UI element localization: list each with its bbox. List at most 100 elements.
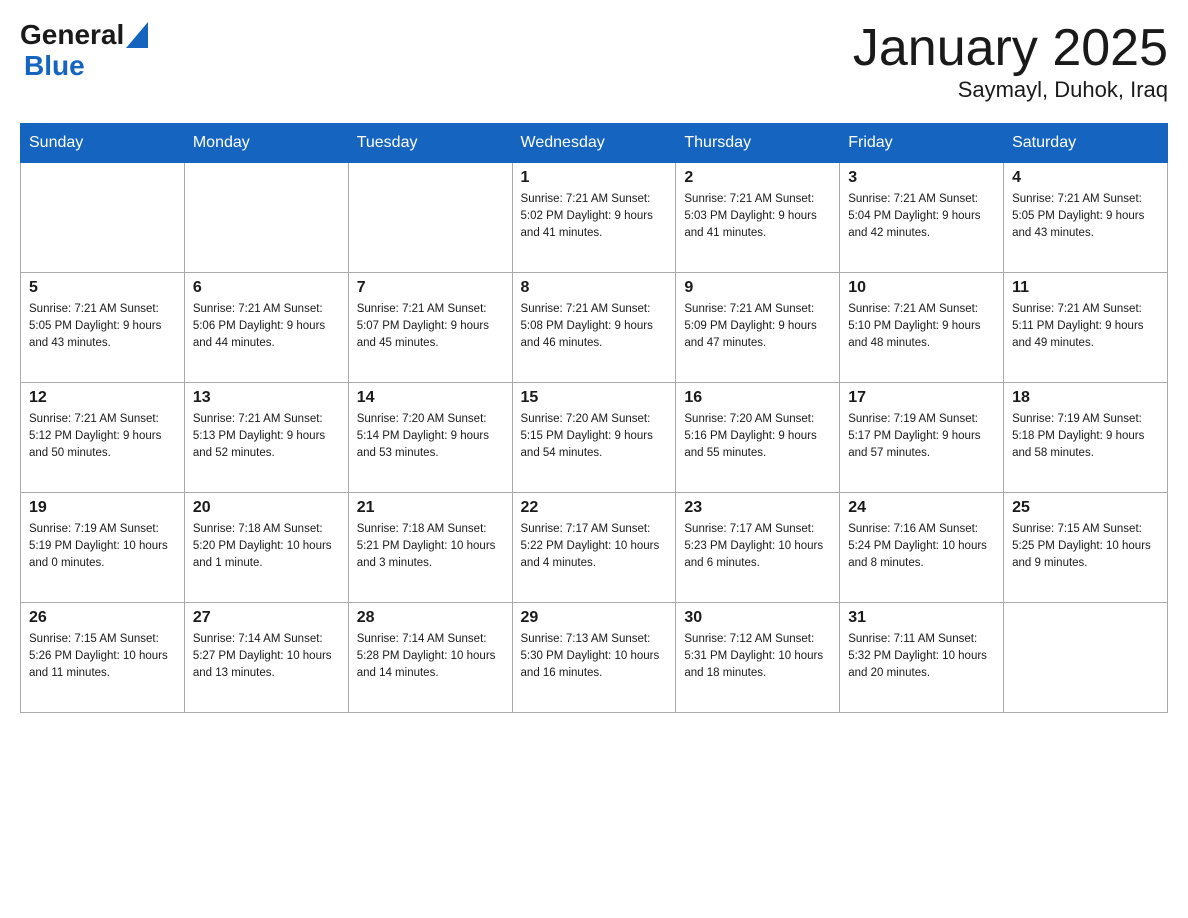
day-number: 31 [848, 609, 995, 627]
day-number: 26 [29, 609, 176, 627]
calendar-cell: 5Sunrise: 7:21 AM Sunset: 5:05 PM Daylig… [21, 273, 185, 383]
day-info: Sunrise: 7:14 AM Sunset: 5:28 PM Dayligh… [357, 631, 504, 681]
day-info: Sunrise: 7:21 AM Sunset: 5:10 PM Dayligh… [848, 301, 995, 351]
day-info: Sunrise: 7:21 AM Sunset: 5:09 PM Dayligh… [684, 301, 831, 351]
day-info: Sunrise: 7:21 AM Sunset: 5:13 PM Dayligh… [193, 411, 340, 461]
calendar-table: Sunday Monday Tuesday Wednesday Thursday… [20, 123, 1168, 713]
day-number: 2 [684, 169, 831, 187]
day-info: Sunrise: 7:21 AM Sunset: 5:06 PM Dayligh… [193, 301, 340, 351]
calendar-cell: 29Sunrise: 7:13 AM Sunset: 5:30 PM Dayli… [512, 603, 676, 713]
day-number: 18 [1012, 389, 1159, 407]
day-info: Sunrise: 7:17 AM Sunset: 5:22 PM Dayligh… [521, 521, 668, 571]
calendar-cell: 25Sunrise: 7:15 AM Sunset: 5:25 PM Dayli… [1004, 493, 1168, 603]
day-number: 12 [29, 389, 176, 407]
calendar-title: January 2025 [853, 20, 1168, 77]
day-info: Sunrise: 7:20 AM Sunset: 5:15 PM Dayligh… [521, 411, 668, 461]
day-info: Sunrise: 7:19 AM Sunset: 5:17 PM Dayligh… [848, 411, 995, 461]
day-info: Sunrise: 7:21 AM Sunset: 5:03 PM Dayligh… [684, 191, 831, 241]
calendar-cell: 7 Sunrise: 7:21 AM Sunset: 5:07 PM Daylig… [348, 273, 512, 383]
calendar-week-row-3: 12 Sunrise: 7:21 AM Sunset: 5:12 PM Dayli… [21, 383, 1168, 493]
calendar-week-row-2: 5Sunrise: 7:21 AM Sunset: 5:05 PM Daylig… [21, 273, 1168, 383]
day-number: 11 [1012, 279, 1159, 297]
calendar-cell: 24 Sunrise: 7:16 AM Sunset: 5:24 PM Dayli… [840, 493, 1004, 603]
day-number: 8 [521, 279, 668, 297]
logo-general-text: General [20, 20, 124, 51]
day-info: Sunrise: 7:19 AM Sunset: 5:19 PM Dayligh… [29, 521, 176, 571]
calendar-cell: 10 Sunrise: 7:21 AM Sunset: 5:10 PM Dayli… [840, 273, 1004, 383]
logo-triangle-icon [126, 22, 148, 48]
day-info: Sunrise: 7:18 AM Sunset: 5:20 PM Dayligh… [193, 521, 340, 571]
day-number: 4 [1012, 169, 1159, 187]
day-info: Sunrise: 7:15 AM Sunset: 5:26 PM Dayligh… [29, 631, 176, 681]
calendar-cell: 20 Sunrise: 7:18 AM Sunset: 5:20 PM Dayli… [184, 493, 348, 603]
day-number: 3 [848, 169, 995, 187]
calendar-cell [21, 163, 185, 273]
calendar-cell [1004, 603, 1168, 713]
day-info: Sunrise: 7:20 AM Sunset: 5:14 PM Dayligh… [357, 411, 504, 461]
day-info: Sunrise: 7:21 AM Sunset: 5:04 PM Dayligh… [848, 191, 995, 241]
day-number: 19 [29, 499, 176, 517]
day-info: Sunrise: 7:15 AM Sunset: 5:25 PM Dayligh… [1012, 521, 1159, 571]
calendar-subtitle: Saymayl, Duhok, Iraq [853, 77, 1168, 103]
day-number: 20 [193, 499, 340, 517]
day-number: 1 [521, 169, 668, 187]
calendar-cell: 14Sunrise: 7:20 AM Sunset: 5:14 PM Dayli… [348, 383, 512, 493]
day-number: 15 [521, 389, 668, 407]
day-info: Sunrise: 7:21 AM Sunset: 5:07 PM Dayligh… [357, 301, 504, 351]
day-number: 27 [193, 609, 340, 627]
day-number: 30 [684, 609, 831, 627]
day-number: 13 [193, 389, 340, 407]
day-info: Sunrise: 7:20 AM Sunset: 5:16 PM Dayligh… [684, 411, 831, 461]
day-info: Sunrise: 7:18 AM Sunset: 5:21 PM Dayligh… [357, 521, 504, 571]
calendar-cell: 30 Sunrise: 7:12 AM Sunset: 5:31 PM Dayli… [676, 603, 840, 713]
day-info: Sunrise: 7:16 AM Sunset: 5:24 PM Dayligh… [848, 521, 995, 571]
calendar-cell: 9 Sunrise: 7:21 AM Sunset: 5:09 PM Daylig… [676, 273, 840, 383]
day-info: Sunrise: 7:19 AM Sunset: 5:18 PM Dayligh… [1012, 411, 1159, 461]
calendar-cell: 31 Sunrise: 7:11 AM Sunset: 5:32 PM Dayli… [840, 603, 1004, 713]
day-info: Sunrise: 7:21 AM Sunset: 5:05 PM Dayligh… [1012, 191, 1159, 241]
day-number: 17 [848, 389, 995, 407]
day-info: Sunrise: 7:14 AM Sunset: 5:27 PM Dayligh… [193, 631, 340, 681]
calendar-cell: 12 Sunrise: 7:21 AM Sunset: 5:12 PM Dayli… [21, 383, 185, 493]
calendar-cell: 21 Sunrise: 7:18 AM Sunset: 5:21 PM Dayli… [348, 493, 512, 603]
day-number: 23 [684, 499, 831, 517]
day-number: 22 [521, 499, 668, 517]
calendar-cell: 23 Sunrise: 7:17 AM Sunset: 5:23 PM Dayli… [676, 493, 840, 603]
calendar-cell: 19 Sunrise: 7:19 AM Sunset: 5:19 PM Dayli… [21, 493, 185, 603]
calendar-cell: 28Sunrise: 7:14 AM Sunset: 5:28 PM Dayli… [348, 603, 512, 713]
calendar-cell: 6 Sunrise: 7:21 AM Sunset: 5:06 PM Daylig… [184, 273, 348, 383]
day-info: Sunrise: 7:21 AM Sunset: 5:08 PM Dayligh… [521, 301, 668, 351]
day-info: Sunrise: 7:11 AM Sunset: 5:32 PM Dayligh… [848, 631, 995, 681]
col-saturday: Saturday [1004, 124, 1168, 163]
calendar-week-row-1: 1 Sunrise: 7:21 AM Sunset: 5:02 PM Daylig… [21, 163, 1168, 273]
calendar-cell: 17 Sunrise: 7:19 AM Sunset: 5:17 PM Dayli… [840, 383, 1004, 493]
day-info: Sunrise: 7:21 AM Sunset: 5:11 PM Dayligh… [1012, 301, 1159, 351]
day-info: Sunrise: 7:12 AM Sunset: 5:31 PM Dayligh… [684, 631, 831, 681]
title-block: January 2025 Saymayl, Duhok, Iraq [853, 20, 1168, 103]
logo-blue-text: Blue [24, 50, 85, 81]
col-friday: Friday [840, 124, 1004, 163]
calendar-cell [348, 163, 512, 273]
day-info: Sunrise: 7:21 AM Sunset: 5:05 PM Dayligh… [29, 301, 176, 351]
day-info: Sunrise: 7:21 AM Sunset: 5:12 PM Dayligh… [29, 411, 176, 461]
day-number: 9 [684, 279, 831, 297]
calendar-cell: 26 Sunrise: 7:15 AM Sunset: 5:26 PM Dayli… [21, 603, 185, 713]
day-number: 21 [357, 499, 504, 517]
day-info: Sunrise: 7:21 AM Sunset: 5:02 PM Dayligh… [521, 191, 668, 241]
calendar-cell: 1 Sunrise: 7:21 AM Sunset: 5:02 PM Daylig… [512, 163, 676, 273]
calendar-cell [184, 163, 348, 273]
col-wednesday: Wednesday [512, 124, 676, 163]
day-number: 6 [193, 279, 340, 297]
col-sunday: Sunday [21, 124, 185, 163]
col-thursday: Thursday [676, 124, 840, 163]
calendar-cell: 22 Sunrise: 7:17 AM Sunset: 5:22 PM Dayli… [512, 493, 676, 603]
day-number: 29 [521, 609, 668, 627]
page-header: General Blue January 2025 Saymayl, Duhok… [20, 20, 1168, 103]
calendar-cell: 27 Sunrise: 7:14 AM Sunset: 5:27 PM Dayli… [184, 603, 348, 713]
calendar-week-row-4: 19 Sunrise: 7:19 AM Sunset: 5:19 PM Dayli… [21, 493, 1168, 603]
day-info: Sunrise: 7:17 AM Sunset: 5:23 PM Dayligh… [684, 521, 831, 571]
day-number: 10 [848, 279, 995, 297]
calendar-cell: 3 Sunrise: 7:21 AM Sunset: 5:04 PM Daylig… [840, 163, 1004, 273]
day-number: 24 [848, 499, 995, 517]
day-number: 7 [357, 279, 504, 297]
